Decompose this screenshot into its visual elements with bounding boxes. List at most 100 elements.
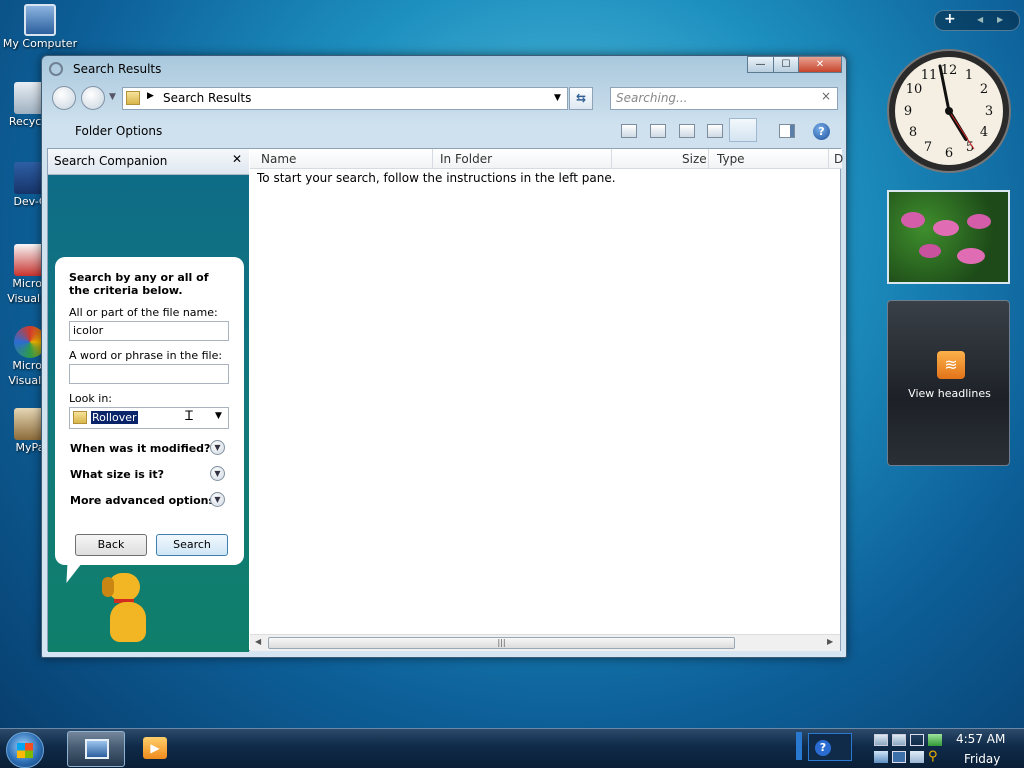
water-lily-image [933, 220, 959, 236]
monitor-tray-icon[interactable] [892, 751, 906, 763]
what-size-option[interactable]: What size is it? [70, 468, 164, 481]
expand-chevron-icon[interactable]: ▼ [210, 466, 225, 481]
computer-icon [85, 739, 109, 759]
address-bar[interactable]: ▶ Search Results ▼ [122, 87, 568, 110]
windows-logo-icon [17, 743, 33, 758]
water-lily-image [901, 212, 925, 228]
phrase-input[interactable] [69, 364, 229, 384]
help-icon: ? [815, 740, 831, 756]
horizontal-scrollbar[interactable]: ◀ ||| ▶ [250, 634, 840, 651]
preview-pane-icon[interactable] [779, 124, 795, 138]
search-criteria-bubble: Search by any or all of the criteria bel… [55, 257, 244, 565]
maximize-button[interactable]: ☐ [773, 56, 799, 73]
column-date[interactable]: D [834, 152, 843, 166]
water-lily-image [957, 248, 985, 264]
folder-options-button[interactable]: Folder Options [75, 124, 162, 138]
security-tray-icon[interactable] [928, 734, 942, 746]
slideshow-gadget[interactable] [887, 190, 1010, 284]
media-player-icon: ▶ [143, 737, 167, 759]
back-button[interactable]: Back [75, 534, 147, 556]
expand-chevron-icon[interactable]: ▼ [210, 440, 225, 455]
column-in-folder[interactable]: In Folder [440, 152, 492, 166]
svg-text:8: 8 [909, 125, 917, 140]
notification-area: ? ⚲ 4:57 AM Friday [796, 730, 1024, 768]
column-separator [828, 149, 829, 169]
taskbar-explorer-button[interactable] [67, 731, 125, 767]
svg-text:9: 9 [904, 104, 912, 119]
start-button[interactable] [6, 732, 44, 768]
help-tray-icon[interactable]: ? [808, 733, 852, 761]
tray-pin-icon [796, 732, 802, 760]
text-cursor-icon: Ꮖ [185, 409, 194, 424]
filename-input[interactable]: icolor [69, 321, 229, 341]
sidebar-controls: + ◀ ▶ [934, 10, 1020, 31]
address-dropdown-icon[interactable]: ▼ [554, 93, 561, 103]
list-view-icon[interactable] [707, 124, 723, 138]
display-tray-icon[interactable] [910, 734, 924, 746]
lookin-label: Look in: [69, 392, 112, 405]
search-companion-header: Search Companion ✕ [48, 149, 249, 175]
empty-results-message: To start your search, follow the instruc… [257, 171, 616, 185]
lookin-select[interactable]: Rollover Ꮖ ▼ [69, 407, 229, 429]
search-prompt: Search by any or all of the criteria bel… [69, 271, 209, 297]
scroll-right-arrow-icon[interactable]: ▶ [827, 637, 833, 646]
search-dog-icon[interactable] [100, 573, 160, 645]
power-tray-icon[interactable] [874, 751, 888, 763]
search-window-icon [49, 62, 63, 76]
breadcrumb-arrow-icon[interactable]: ▶ [147, 91, 154, 101]
forward-nav-button[interactable] [81, 86, 105, 110]
computer-icon [24, 4, 56, 36]
feed-headlines-gadget[interactable]: ≋ View headlines [887, 300, 1010, 466]
help-icon[interactable]: ? [813, 123, 830, 140]
scroll-thumb[interactable]: ||| [268, 637, 735, 649]
scroll-left-arrow-icon[interactable]: ◀ [255, 637, 261, 646]
search-clear-icon[interactable]: × [821, 89, 831, 103]
column-type[interactable]: Type [717, 152, 745, 166]
column-size[interactable]: Size [682, 152, 707, 166]
window-title: Search Results [73, 62, 162, 76]
more-advanced-option[interactable]: More advanced options [70, 494, 215, 507]
svg-text:10: 10 [906, 82, 923, 97]
view-headlines-label[interactable]: View headlines [888, 387, 1011, 400]
search-button[interactable]: Search [156, 534, 228, 556]
water-lily-image [967, 214, 991, 229]
add-gadget-icon[interactable]: + [944, 11, 956, 27]
previous-gadget-icon[interactable]: ◀ [977, 15, 983, 24]
rss-feed-icon: ≋ [937, 351, 965, 379]
svg-text:3: 3 [985, 104, 993, 119]
column-name[interactable]: Name [261, 152, 296, 166]
clock-time[interactable]: 4:57 AM [956, 732, 1005, 746]
recent-pages-arrow-icon[interactable]: ▼ [109, 92, 116, 102]
details-view-icon[interactable] [729, 118, 757, 142]
refresh-button[interactable]: ⇆ [569, 87, 593, 110]
search-companion-title: Search Companion [54, 154, 168, 168]
clock-day[interactable]: Friday [964, 752, 1000, 766]
dropdown-arrow-icon[interactable]: ▼ [215, 411, 222, 421]
tiles-view-icon[interactable] [650, 124, 666, 138]
desktop-icon-my-computer[interactable]: My Computer [0, 4, 80, 51]
column-separator [611, 149, 612, 169]
water-lily-image [919, 244, 941, 258]
minimize-button[interactable]: — [747, 56, 774, 73]
lookin-selected-value: Rollover [91, 411, 138, 424]
sidebar: + ◀ ▶ 12 1 2 345 678 9 10 11 ≋ View headline… [884, 0, 1024, 728]
device-tray-icon[interactable] [910, 751, 924, 763]
expand-chevron-icon[interactable]: ▼ [210, 492, 225, 507]
back-nav-button[interactable] [52, 86, 76, 110]
folder-icon [126, 91, 140, 105]
taskbar-media-player-button[interactable]: ▶ [140, 735, 170, 763]
search-input[interactable]: Searching... [610, 87, 838, 110]
extra-large-icons-view-icon[interactable] [621, 124, 637, 138]
address-path[interactable]: Search Results [163, 91, 251, 105]
column-header-row: Name In Folder Size Type D [250, 149, 843, 169]
icons-view-icon[interactable] [679, 124, 695, 138]
network-tray-icon[interactable] [874, 734, 888, 746]
search-tray-icon[interactable]: ⚲ [928, 749, 938, 764]
clock-gadget[interactable]: 12 12 345 678 91011 [886, 48, 1012, 174]
close-button[interactable]: ✕ [798, 56, 842, 73]
search-companion-close-icon[interactable]: ✕ [232, 152, 242, 166]
dog-ear [102, 577, 114, 597]
next-gadget-icon[interactable]: ▶ [997, 15, 1003, 24]
when-modified-option[interactable]: When was it modified? [70, 442, 210, 455]
volume-tray-icon[interactable] [892, 734, 906, 746]
